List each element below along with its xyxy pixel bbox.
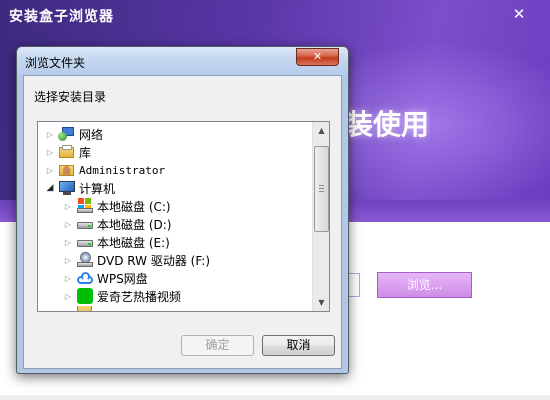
expand-arrow-icon[interactable]: ▷ [44, 166, 56, 175]
tree-item-drive-e[interactable]: ▷ 本地磁盘 (E:) [62, 233, 170, 251]
scrollbar-thumb[interactable] [314, 146, 329, 232]
scroll-up-arrow-icon[interactable]: ▲ [313, 122, 329, 139]
tree-item-library[interactable]: ▷ 库 [44, 143, 91, 161]
browse-folder-dialog: 浏览文件夹 ✕ 选择安装目录 ▷ 网络 ▷ 库 ▷ Administrator [16, 46, 349, 374]
tree-item-label: 本地磁盘 (D:) [97, 217, 172, 232]
expand-arrow-icon[interactable]: ▷ [44, 148, 56, 157]
cloud-drive-icon [76, 270, 94, 286]
tree-item-label: 计算机 [79, 181, 116, 196]
dialog-prompt: 选择安装目录 [34, 90, 107, 104]
tree-item-computer[interactable]: ◢ 计算机 [44, 179, 115, 197]
tree-item-network[interactable]: ▷ 网络 [44, 125, 103, 143]
scroll-down-arrow-icon[interactable]: ▼ [313, 294, 329, 311]
dialog-close-button[interactable]: ✕ [296, 48, 339, 66]
installer-close-button[interactable]: ✕ [501, 4, 537, 24]
iqiyi-icon [76, 288, 94, 304]
dialog-body: 选择安装目录 ▷ 网络 ▷ 库 ▷ Administrator ◢ 计算机 ▷ … [23, 75, 342, 369]
network-icon [58, 126, 76, 142]
hard-drive-icon [76, 216, 94, 232]
tree-item-label: 本地磁盘 (E:) [97, 235, 170, 250]
tree-item-label: 库 [79, 145, 92, 160]
ok-button[interactable]: 确定 [181, 335, 254, 356]
collapse-arrow-icon[interactable]: ◢ [44, 183, 56, 193]
tree-item-administrator[interactable]: ▷ Administrator [44, 161, 165, 179]
tree-item-label: 本地磁盘 (C:) [97, 199, 171, 214]
expand-arrow-icon[interactable]: ▷ [62, 274, 74, 283]
tree-scrollbar[interactable]: ▲ ▼ [312, 122, 329, 311]
installer-slogan: 装使用 [345, 108, 430, 141]
tree-item-partial[interactable] [62, 306, 97, 311]
tree-item-label: WPS网盘 [97, 271, 148, 286]
cancel-button[interactable]: 取消 [262, 335, 335, 356]
folder-tree[interactable]: ▷ 网络 ▷ 库 ▷ Administrator ◢ 计算机 ▷ 本地磁盘 (C… [37, 121, 330, 312]
user-folder-icon [58, 162, 76, 178]
tree-item-dvd-drive[interactable]: ▷ DVD RW 驱动器 (F:) [62, 251, 210, 269]
windows-drive-icon [76, 198, 94, 214]
computer-icon [58, 180, 76, 196]
expand-arrow-icon[interactable]: ▷ [62, 292, 74, 301]
folder-icon [76, 306, 94, 311]
tree-item-label: 爱奇艺热播视频 [97, 289, 182, 304]
hard-drive-icon [76, 234, 94, 250]
tree-item-wps-cloud[interactable]: ▷ WPS网盘 [62, 269, 148, 287]
expand-arrow-icon[interactable]: ▷ [44, 130, 56, 139]
tree-item-drive-d[interactable]: ▷ 本地磁盘 (D:) [62, 215, 172, 233]
expand-arrow-icon[interactable]: ▷ [62, 202, 74, 211]
tree-item-label: DVD RW 驱动器 (F:) [97, 253, 211, 268]
tree-item-iqiyi[interactable]: ▷ 爱奇艺热播视频 [62, 287, 181, 305]
browse-button[interactable]: 浏览... [377, 272, 472, 298]
installer-title: 安装盒子浏览器 [9, 9, 114, 25]
expand-arrow-icon[interactable]: ▷ [62, 256, 74, 265]
library-folder-icon [58, 144, 76, 160]
tree-item-drive-c[interactable]: ▷ 本地磁盘 (C:) [62, 197, 171, 215]
installer-footer [0, 395, 550, 400]
tree-item-label: Administrator [79, 163, 166, 177]
expand-arrow-icon[interactable]: ▷ [62, 220, 74, 229]
tree-item-label: 网络 [79, 127, 104, 142]
expand-arrow-icon[interactable]: ▷ [62, 238, 74, 247]
dialog-titlebar[interactable]: 浏览文件夹 ✕ [17, 47, 348, 75]
dialog-title: 浏览文件夹 [25, 56, 86, 70]
dvd-drive-icon [76, 252, 94, 268]
